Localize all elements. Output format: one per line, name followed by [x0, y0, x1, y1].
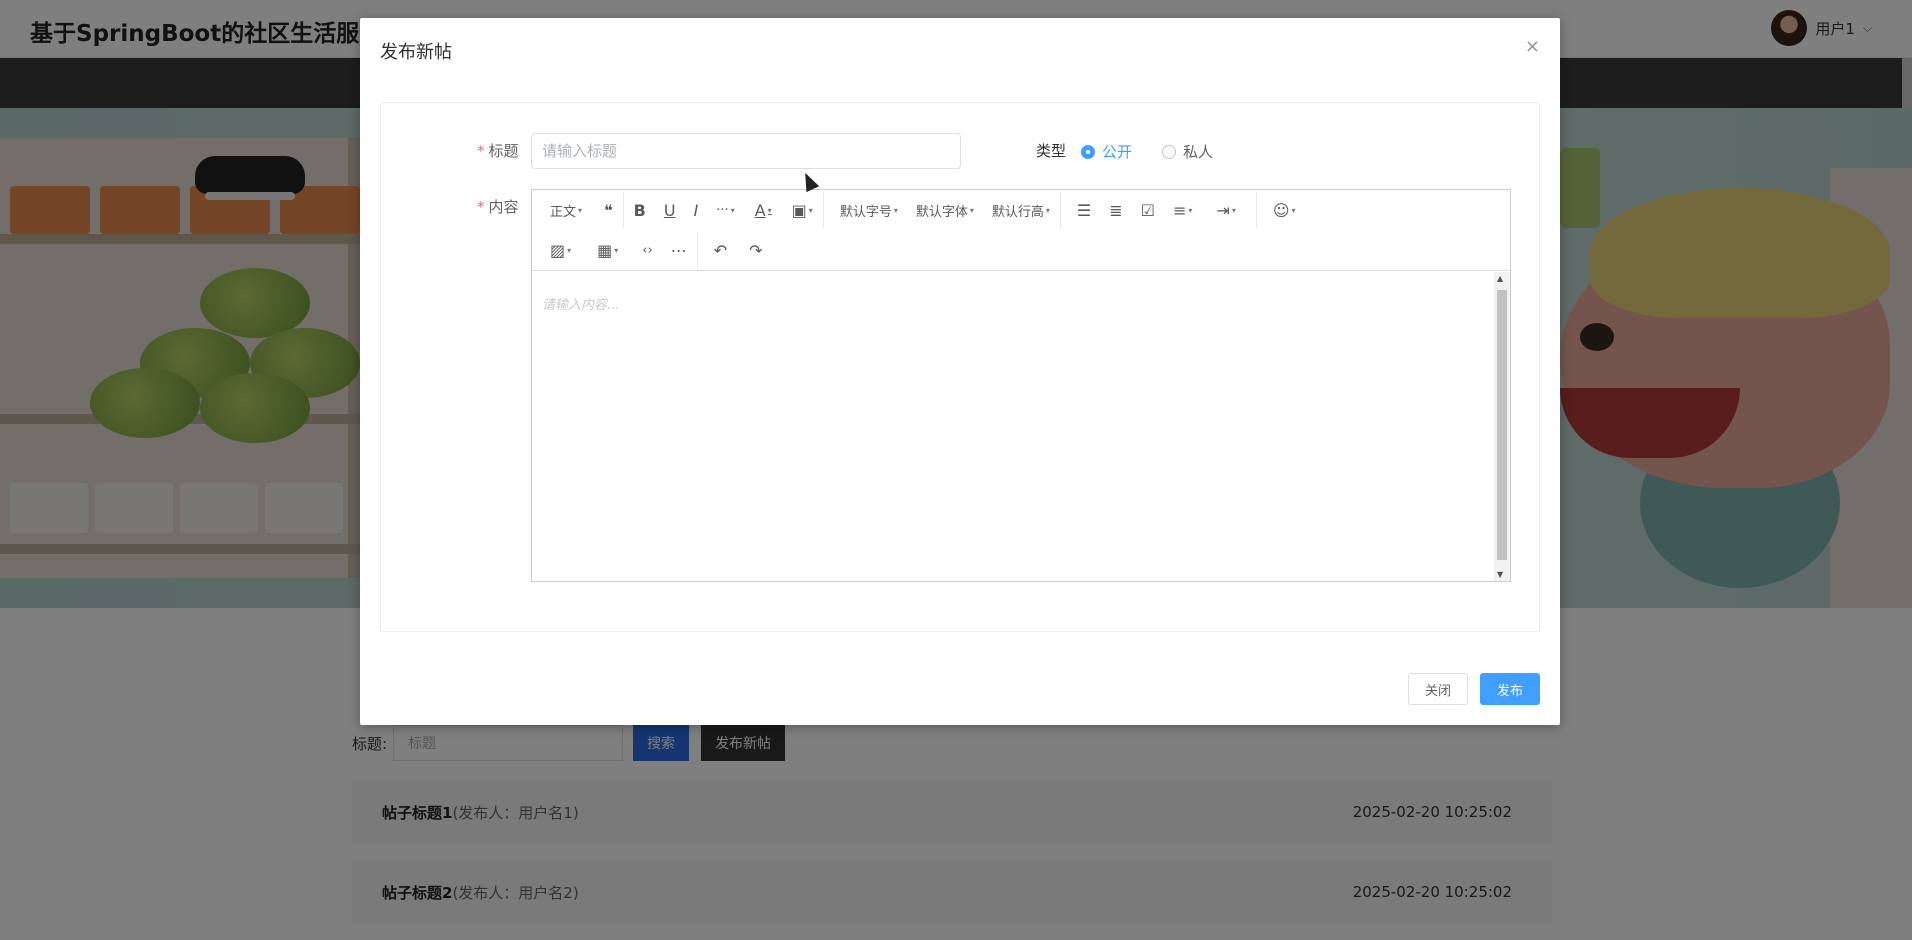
close-icon[interactable]: ×: [1525, 36, 1540, 57]
image-icon[interactable]: ▨ ▾: [544, 235, 577, 265]
line-height-select[interactable]: 默认行高 ▾: [986, 195, 1056, 225]
radio-checked-icon[interactable]: [1081, 144, 1095, 159]
radio-unchecked-icon[interactable]: [1162, 144, 1176, 159]
radio-public[interactable]: 公开: [1081, 141, 1132, 162]
radio-private[interactable]: 私人: [1162, 141, 1213, 162]
font-family-select[interactable]: 默认字体 ▾: [910, 195, 980, 225]
redo-icon[interactable]: ↷: [743, 235, 768, 265]
content-label: * 内容: [477, 198, 519, 216]
quote-icon[interactable]: ❝: [598, 195, 619, 225]
publish-button[interactable]: 发布: [1480, 673, 1540, 705]
dialog-title: 发布新帖: [380, 42, 452, 63]
bold-icon[interactable]: B: [628, 195, 652, 225]
font-size-select[interactable]: 默认字号 ▾: [834, 195, 904, 225]
background-color-icon[interactable]: ▣ ▾: [786, 195, 819, 225]
numbered-list-icon[interactable]: ≣: [1103, 195, 1128, 225]
code-icon[interactable]: ‹›: [636, 235, 658, 265]
divider-icon[interactable]: ⋯: [665, 235, 693, 265]
italic-icon[interactable]: I: [688, 195, 705, 225]
font-color-icon[interactable]: A ▾: [749, 195, 778, 225]
undo-icon[interactable]: ↶: [708, 235, 733, 265]
indent-icon[interactable]: ⇥ ▾: [1210, 195, 1241, 225]
scroll-down-icon[interactable]: ▼: [1497, 570, 1503, 579]
paragraph-select[interactable]: 正文 ▾: [544, 195, 588, 225]
emoji-icon[interactable]: ☺ ▾: [1267, 195, 1302, 225]
cancel-button[interactable]: 关闭: [1408, 673, 1468, 705]
required-mark: *: [477, 142, 485, 160]
more-style-icon[interactable]: ··· ▾: [710, 195, 740, 225]
bulleted-list-icon[interactable]: ☰: [1071, 195, 1097, 225]
content-editor[interactable]: 请输入内容...: [532, 272, 1494, 581]
scrollbar-thumb[interactable]: [1497, 290, 1507, 560]
align-icon[interactable]: ≡ ▾: [1167, 195, 1198, 225]
title-label: * 标题: [477, 142, 519, 160]
todo-icon[interactable]: ☑: [1135, 195, 1161, 225]
rich-text-editor: 正文 ▾ ❝ B U I ··· ▾ A ▾ ▣ ▾ 默认字号 ▾ 默认字体 ▾ 默认行高 ▾…: [531, 189, 1511, 582]
radio-public-label[interactable]: 公开: [1102, 141, 1132, 162]
required-mark: *: [477, 198, 485, 216]
scroll-up-icon[interactable]: ▲: [1497, 274, 1503, 283]
editor-scrollbar[interactable]: ▲ ▼: [1494, 272, 1510, 581]
underline-icon[interactable]: U: [658, 195, 682, 225]
new-post-dialog: 发布新帖 × *标题 类型 公开 私人 *内容 正文▾ ❝ B U I: [360, 18, 1560, 725]
title-input[interactable]: [531, 133, 961, 169]
type-label: 类型: [1036, 142, 1067, 160]
radio-private-label[interactable]: 私人: [1183, 141, 1213, 162]
table-icon[interactable]: ▦ ▾: [591, 235, 624, 265]
editor-toolbar: 正文 ▾ ❝ B U I ··· ▾ A ▾ ▣ ▾ 默认字号 ▾ 默认字体 ▾ 默认行高 ▾…: [532, 190, 1510, 271]
post-form: *标题 类型 公开 私人 *内容 正文▾ ❝ B U I ···▾ A▾: [380, 102, 1540, 632]
